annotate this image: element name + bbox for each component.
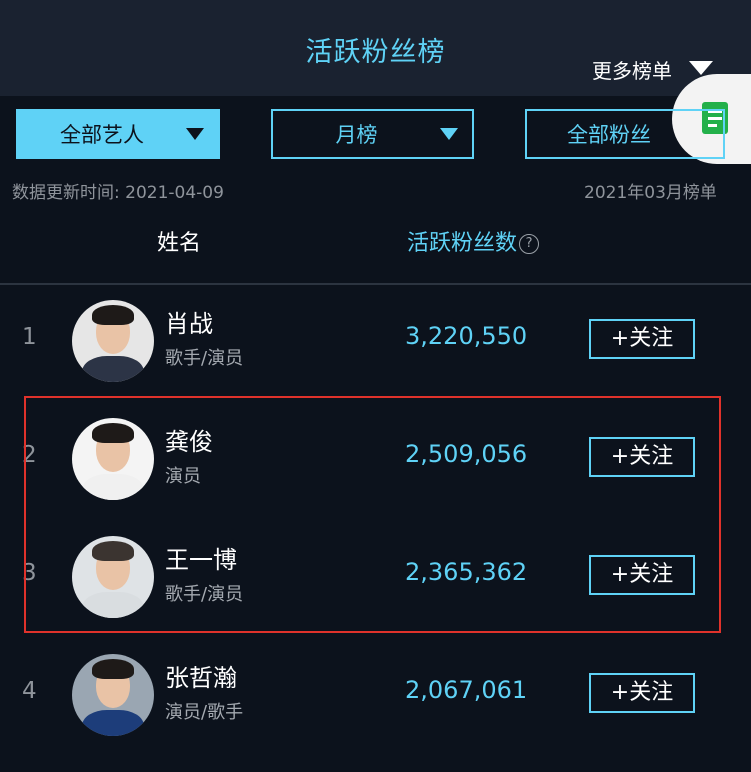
- artist-role: 歌手/演员: [165, 584, 244, 605]
- filter-fan-type[interactable]: 全部粉丝: [525, 109, 725, 159]
- filter-artist-type[interactable]: 全部艺人: [16, 109, 220, 159]
- fan-count: 2,365,362: [405, 558, 528, 586]
- help-icon[interactable]: ?: [519, 234, 540, 254]
- artist-role: 演员: [165, 466, 201, 487]
- follow-button[interactable]: +关注: [589, 673, 695, 713]
- artist-role: 歌手/演员: [165, 348, 244, 369]
- column-header-fans: 活跃粉丝数?: [407, 225, 540, 257]
- fan-count: 2,067,061: [405, 676, 528, 704]
- filter-period[interactable]: 月榜: [271, 109, 474, 159]
- filter-label: 全部艺人: [60, 123, 144, 147]
- artist-role: 演员/歌手: [165, 702, 244, 723]
- rank-number: 1: [22, 324, 37, 350]
- follow-button[interactable]: +关注: [589, 319, 695, 359]
- artist-name[interactable]: 肖战: [165, 304, 213, 339]
- artist-name[interactable]: 王一博: [165, 540, 237, 575]
- rank-number: 4: [22, 678, 37, 704]
- dropdown-arrow-icon[interactable]: [689, 61, 713, 75]
- table-row: 3 王一博 歌手/演员 2,365,362 +关注: [0, 536, 751, 654]
- chevron-down-icon: [186, 128, 204, 140]
- table-row: 4 张哲瀚 演员/歌手 2,067,061 +关注: [0, 654, 751, 772]
- column-header-name: 姓名: [157, 231, 202, 256]
- avatar[interactable]: [72, 418, 154, 500]
- filter-label: 月榜: [335, 123, 378, 147]
- table-row: 2 龚俊 演员 2,509,056 +关注: [0, 418, 751, 536]
- fan-count: 3,220,550: [405, 322, 528, 350]
- table-row: 1 肖战 歌手/演员 3,220,550 +关注: [0, 300, 751, 418]
- avatar[interactable]: [72, 536, 154, 618]
- column-header-fans-label: 活跃粉丝数: [407, 231, 518, 256]
- rank-number: 2: [22, 442, 37, 468]
- avatar[interactable]: [72, 654, 154, 736]
- fan-count: 2,509,056: [405, 440, 528, 468]
- update-time: 数据更新时间: 2021-04-09: [12, 183, 224, 203]
- more-charts-link[interactable]: 更多榜单: [592, 55, 672, 84]
- rank-number: 3: [22, 560, 37, 586]
- follow-button[interactable]: +关注: [589, 555, 695, 595]
- chart-period: 2021年03月榜单: [584, 183, 717, 203]
- filter-label: 全部粉丝: [567, 123, 651, 147]
- chevron-down-icon: [440, 128, 458, 140]
- artist-name[interactable]: 张哲瀚: [165, 658, 237, 693]
- divider: [0, 283, 751, 285]
- follow-button[interactable]: +关注: [589, 437, 695, 477]
- artist-name[interactable]: 龚俊: [165, 422, 213, 457]
- avatar[interactable]: [72, 300, 154, 382]
